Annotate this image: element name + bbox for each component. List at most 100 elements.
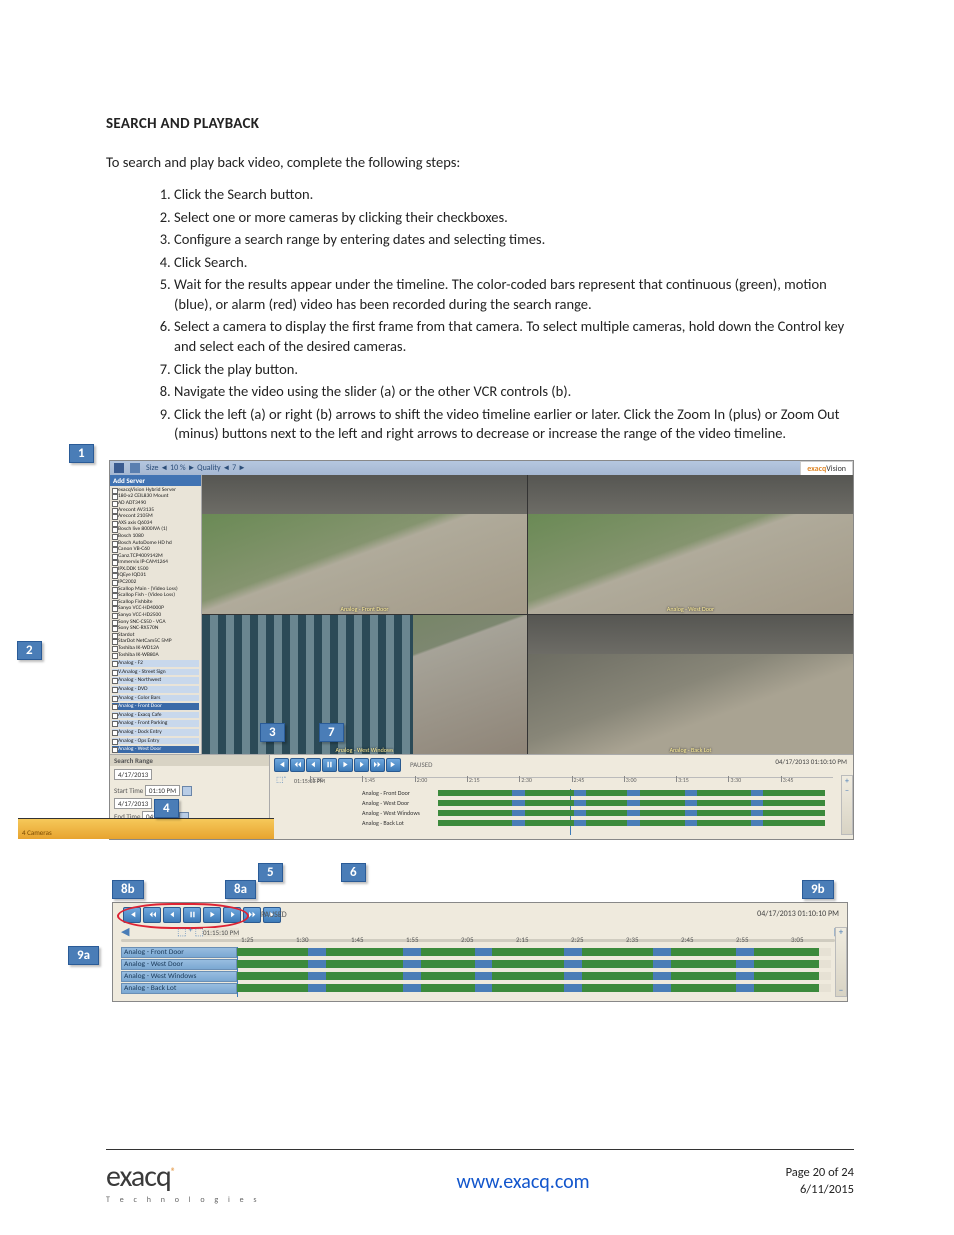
shift-left-button[interactable]: ◀ <box>121 925 129 938</box>
sidebar-header[interactable]: Add Server <box>110 475 201 486</box>
search-icon[interactable] <box>130 463 140 473</box>
camera-tree-item[interactable]: Sony SNC-CS50 - VGA <box>112 619 199 626</box>
camera-tree-item[interactable]: V.Analog - Street Sign <box>112 669 199 676</box>
camera-tile[interactable]: Analog - West Windows <box>202 615 527 755</box>
timeline-row[interactable]: Analog - West Door <box>121 959 831 970</box>
camera-tree-item[interactable]: Analog - Front Parking <box>112 720 199 727</box>
timeline-row[interactable]: Analog - West Door <box>430 799 841 808</box>
camera-tree-item[interactable]: Analog - F2 <box>112 660 199 667</box>
footer-info: Page 20 of 24 6/11/2015 <box>786 1165 854 1198</box>
camera-tree-item[interactable]: Sony SNC-RX570N <box>112 625 199 632</box>
camera-tree-item[interactable]: Analog - DVD <box>112 686 199 693</box>
camera-tree-item[interactable]: Stardot <box>112 632 199 639</box>
rewind-button[interactable] <box>290 758 305 772</box>
search-date-field-2[interactable]: 4/17/2013 <box>114 798 152 809</box>
step-item: Wait for the results appear under the ti… <box>174 275 854 314</box>
skip-back-button[interactable] <box>274 758 289 772</box>
page-footer: exacq® T e c h n o l o g i e s www.exacq… <box>106 1149 854 1205</box>
vcr-controls-detail <box>123 907 281 923</box>
magnifier-icon[interactable]: ⬚⁺ <box>276 775 286 785</box>
camera-tree-item[interactable]: StarDot NetCam5C 5MP <box>112 638 199 645</box>
camera-tree-item[interactable]: 180-x2 CEIL830 Mount <box>112 493 199 500</box>
ss1-toolbar[interactable]: Size ◄ 10 % ► Quality ◄ 7 ► <box>110 461 853 475</box>
start-time-field[interactable]: 01:10 PM <box>145 785 180 796</box>
zoom-in-button[interactable]: + <box>836 928 846 938</box>
zoom-out-button[interactable]: − <box>836 986 846 996</box>
camera-tree-item[interactable]: Scallop Fishbite <box>112 599 199 606</box>
timeline-row[interactable]: Analog - Front Door <box>430 789 841 798</box>
camera-tile[interactable]: Analog - West Door <box>528 475 853 615</box>
camera-tile[interactable]: Analog - Back Lot <box>528 615 853 755</box>
camera-tree-item[interactable]: Analog - Northwest <box>112 677 199 684</box>
play-button[interactable] <box>203 907 221 923</box>
camera-tree-item[interactable]: IPC2002 <box>112 579 199 586</box>
camera-tree-item[interactable]: exacqVision Hybrid Server <box>112 487 199 494</box>
forward-button[interactable] <box>243 907 261 923</box>
footer-page: Page 20 of 24 <box>786 1165 854 1181</box>
step-back-button[interactable] <box>306 758 321 772</box>
pause-button[interactable] <box>183 907 201 923</box>
step-fwd-button[interactable] <box>354 758 369 772</box>
camera-tree-item[interactable]: IPX.DDK 1500 <box>112 566 199 573</box>
camera-tree-item[interactable]: Sanyo VCC-HD2500 <box>112 612 199 619</box>
step-item: Click the Search button. <box>174 185 854 205</box>
camera-tree-item[interactable]: Bosch 1080 <box>112 533 199 540</box>
camera-tree-item[interactable]: Analog - Dock Entry <box>112 729 199 736</box>
zoom-out-button[interactable]: − <box>842 786 852 796</box>
camera-tree-item[interactable]: Bosch live 8000IVA (1) <box>112 526 199 533</box>
footer-logo: exacq® T e c h n o l o g i e s <box>106 1158 261 1205</box>
camera-tree-item[interactable]: Arecont 2105M <box>112 513 199 520</box>
camera-tree-item[interactable]: Toshiba IK-WD12A <box>112 645 199 652</box>
camera-tree-item[interactable]: Ganz.TCP4009142M <box>112 553 199 560</box>
camera-tree-item[interactable]: Analog - Front Door <box>112 703 199 710</box>
timeline-row[interactable]: Analog - West Windows <box>121 971 831 982</box>
rewind-button[interactable] <box>143 907 161 923</box>
camera-tree-item[interactable]: Analog - Color Bars <box>112 695 199 702</box>
camera-tree-item[interactable]: Scallop Fish - (Video Loss) <box>112 592 199 599</box>
camera-tree[interactable]: Add Server exacqVision Hybrid Server180-… <box>110 475 202 755</box>
camera-tree-item[interactable]: Canon VB-C60 <box>112 546 199 553</box>
timeline-slider[interactable]: ⬚⁺ 01:15:03 PM 1:301:452:002:152:302:453… <box>270 775 853 789</box>
timeline-row[interactable]: Analog - Back Lot <box>121 983 831 994</box>
figure-1-wrap: 1 2 3 7 4 5 6 Size ◄ 10 % ► Quality ◄ 7 … <box>106 460 854 840</box>
camera-tree-item[interactable]: AD ADT3490 <box>112 500 199 507</box>
camera-tree-item[interactable]: Toshiba IK-WB80A <box>112 652 199 659</box>
screenshot-timeline-detail: PAUSED 04/17/2013 01:10:10 PM ◀ ⬚+ ⬚− 01… <box>112 902 848 1002</box>
camera-tree-item[interactable]: Bosch AutoDome HD hd <box>112 540 199 547</box>
step-item: Navigate the video using the slider (a) … <box>174 382 854 402</box>
play-button[interactable] <box>338 758 353 772</box>
camera-tree-item[interactable]: Arecont AV3135 <box>112 507 199 514</box>
zoom-scrollbar[interactable]: + − <box>835 927 847 997</box>
camera-tree-item[interactable]: IQEye IQD31 <box>112 572 199 579</box>
camera-tree-item[interactable]: Analog - Ops Entry <box>112 738 199 745</box>
step-item: Select a camera to display the first fra… <box>174 317 854 356</box>
timeline-row[interactable]: Analog - Front Door <box>121 947 831 958</box>
callout-5: 5 <box>258 863 283 882</box>
zoom-in-button[interactable]: + <box>842 776 852 786</box>
skip-fwd-button[interactable] <box>386 758 401 772</box>
timeline-row[interactable]: Analog - Back Lot <box>430 819 841 828</box>
timeline-results-detail[interactable]: Analog - Front DoorAnalog - West DoorAna… <box>121 947 831 997</box>
timeline-row[interactable]: Analog - West Windows <box>430 809 841 818</box>
camera-tile[interactable]: Analog - Front Door <box>202 475 527 615</box>
footer-url[interactable]: www.exacq.com <box>456 1170 589 1194</box>
pause-button[interactable] <box>322 758 337 772</box>
camera-tree-item[interactable]: Analog - West Door <box>112 746 199 753</box>
step-fwd-button[interactable] <box>223 907 241 923</box>
step-back-button[interactable] <box>163 907 181 923</box>
timeline-slider-detail[interactable]: ◀ ⬚+ ⬚− 01:15:10 PM 1:251:301:451:552:05… <box>121 925 835 943</box>
search-panel: Search Range 4/17/2013 Start Time 01:10 … <box>110 755 270 839</box>
camera-tree-item[interactable]: Analog - Exacq Cafe <box>112 712 199 719</box>
skip-back-button[interactable] <box>123 907 141 923</box>
screenshot-main: Size ◄ 10 % ► Quality ◄ 7 ► exacqVision … <box>109 460 854 840</box>
callout-9a: 9a <box>68 946 99 965</box>
camera-tree-item[interactable]: Immervix IP-CAM1264 <box>112 559 199 566</box>
callout-3: 3 <box>260 723 285 742</box>
live-icon[interactable] <box>114 463 124 473</box>
zoom-scrollbar[interactable]: + − <box>841 775 853 835</box>
calendar-icon[interactable] <box>182 786 192 796</box>
timeline-results[interactable]: Analog - Front DoorAnalog - West DoorAna… <box>430 789 841 835</box>
forward-button[interactable] <box>370 758 385 772</box>
camera-tree-item[interactable]: Sanyo VCC-HD4000P <box>112 605 199 612</box>
search-date-field[interactable]: 4/17/2013 <box>114 769 152 780</box>
